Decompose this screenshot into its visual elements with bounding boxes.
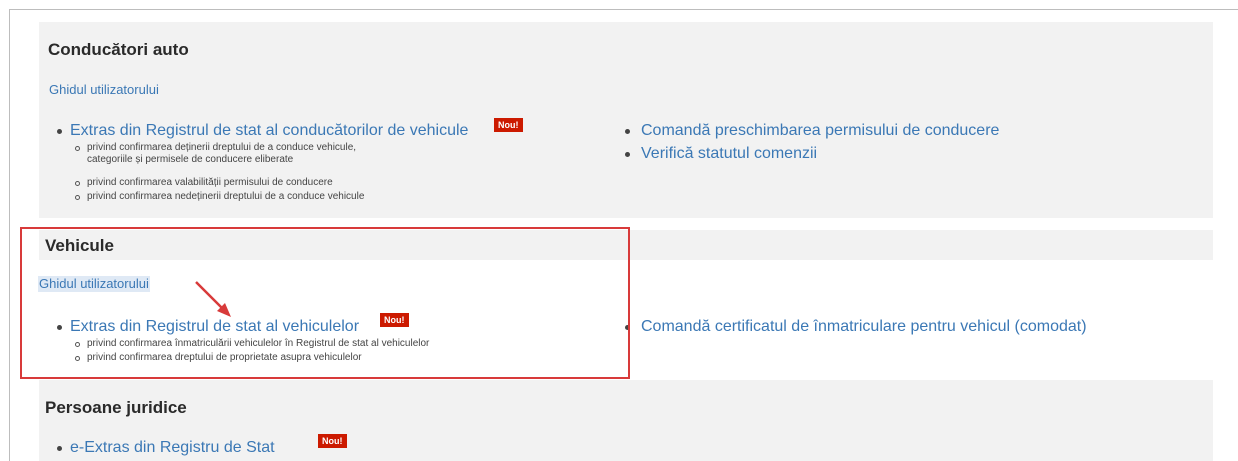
annotation-arrow-icon [195,281,231,317]
